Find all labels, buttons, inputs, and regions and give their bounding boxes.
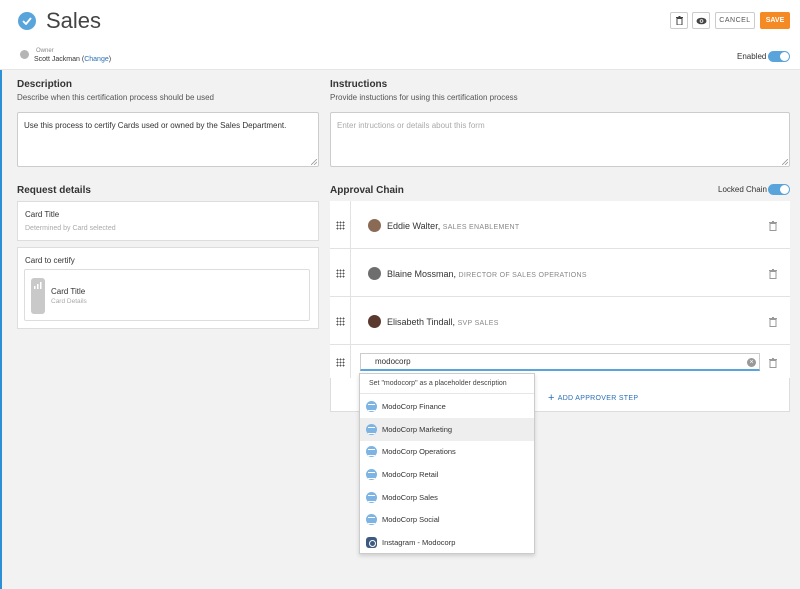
suggestion-label: Instagram - Modocorp [382,538,456,547]
trash-icon[interactable] [769,269,777,279]
drag-handle-icon[interactable] [336,269,345,278]
drag-cell[interactable] [330,249,351,296]
suggestion-label: ModoCorp Retail [382,470,439,479]
group-icon [366,424,377,435]
locked-chain-label: Locked Chain [718,185,767,194]
enabled-toggle[interactable] [768,51,790,62]
clear-search-icon[interactable]: × [747,358,756,367]
placeholder-option[interactable]: Set "modocorp" as a placeholder descript… [360,374,534,394]
resize-handle-icon[interactable] [782,159,788,165]
instructions-subtitle: Provide instuctions for using this certi… [330,93,518,102]
card-picker[interactable]: Card Title Card Details [24,269,310,321]
owner-name: Scott Jackman (Change) [34,56,112,63]
page-header: Sales Owner Scott Jackman (Change) CANCE… [0,0,800,70]
owner-name-text: Scott Jackman [34,56,80,63]
approver-suggestions-dropdown: Set "modocorp" as a placeholder descript… [359,373,535,554]
approver-name: Elisabeth Tindall, SVP SALES [387,317,499,327]
suggestion-label: ModoCorp Operations [382,447,456,456]
owner-avatar [20,50,29,59]
group-icon [366,469,377,480]
approver-row: Elisabeth Tindall, SVP SALES [330,297,790,345]
enabled-label: Enabled [737,52,767,61]
instagram-icon [366,537,377,548]
card-title-label: Card Title [25,210,60,219]
approver-role: SVP SALES [457,320,499,327]
suggestion-item[interactable]: ModoCorp Retail [360,463,534,486]
suggestion-item[interactable]: ModoCorp Operations [360,440,534,463]
plus-icon: + [548,392,555,404]
preview-button[interactable] [692,12,710,29]
drag-handle-icon[interactable] [336,221,345,230]
toggle-knob [780,185,789,194]
suggestion-item[interactable]: ModoCorp Marketing [360,418,534,441]
resize-handle-icon[interactable] [311,159,317,165]
suggestion-item[interactable]: ModoCorp Finance [360,395,534,418]
left-accent-bar [0,0,2,589]
drag-handle-icon[interactable] [336,358,345,367]
card-details: Card Details [51,298,87,305]
approval-chain-heading: Approval Chain [330,185,404,196]
save-button[interactable]: SAVE [760,12,790,29]
suggestion-label: ModoCorp Marketing [382,425,453,434]
approver-row: Eddie Walter, SALES ENABLEMENT [330,201,790,249]
group-icon [366,446,377,457]
suggestion-item[interactable]: Instagram - Modocorp [360,531,534,554]
add-approver-step-button[interactable]: + ADD APPROVER STEP [548,391,639,404]
card-thumbnail-icon [31,278,45,314]
eye-icon [696,17,707,25]
toggle-knob [780,52,789,61]
request-details-heading: Request details [17,185,91,196]
add-step-label: ADD APPROVER STEP [557,395,639,402]
suggestion-label: ModoCorp Social [382,515,440,524]
approver-row: Blaine Mossman, DIRECTOR OF SALES OPERAT… [330,249,790,297]
approver-role: SALES ENABLEMENT [442,224,520,231]
trash-icon [676,16,683,25]
avatar [368,315,381,328]
drag-handle-icon[interactable] [336,317,345,326]
description-heading: Description [17,79,73,90]
drag-cell[interactable] [330,297,351,344]
instructions-heading: Instructions [330,79,388,90]
approver-name-text: Eddie Walter [387,221,438,231]
card-name: Card Title [51,287,86,296]
trash-icon[interactable] [769,317,777,327]
avatar [368,267,381,280]
change-owner-link[interactable]: Change [84,56,109,63]
approver-name-text: Blaine Mossman [387,269,454,279]
approver-role: DIRECTOR OF SALES OPERATIONS [458,272,587,279]
avatar [368,219,381,232]
approver-name: Blaine Mossman, DIRECTOR OF SALES OPERAT… [387,269,587,279]
suggestion-label: ModoCorp Sales [382,493,438,502]
instructions-textarea[interactable]: Enter intructions or details about this … [330,112,790,167]
suggestion-item[interactable]: ModoCorp Social [360,508,534,531]
description-subtitle: Describe when this certification process… [17,93,214,102]
suggestion-item[interactable]: ModoCorp Sales [360,486,534,509]
instructions-placeholder: Enter intructions or details about this … [337,121,485,130]
card-to-certify-label: Card to certify [25,256,75,265]
card-title-placeholder: Determined by Card selected [25,225,116,232]
suggestion-label: ModoCorp Finance [382,402,446,411]
page-title: Sales [46,8,102,33]
description-value: Use this process to certify Cards used o… [24,121,287,130]
drag-cell[interactable] [330,201,351,248]
cancel-button[interactable]: CANCEL [715,12,755,29]
trash-icon[interactable] [769,358,777,368]
certified-check-icon [18,12,36,30]
approver-search-input[interactable]: modocorp [360,353,760,371]
group-icon [366,492,377,503]
group-icon [366,514,377,525]
card-title-field[interactable]: Card Title Determined by Card selected [17,201,319,241]
trash-icon[interactable] [769,221,777,231]
group-icon [366,401,377,412]
description-textarea[interactable]: Use this process to certify Cards used o… [17,112,319,167]
drag-cell[interactable] [330,345,351,378]
delete-button[interactable] [670,12,688,29]
locked-chain-toggle[interactable] [768,184,790,195]
approver-name-text: Elisabeth Tindall [387,317,453,327]
approver-name: Eddie Walter, SALES ENABLEMENT [387,221,520,231]
owner-caption: Owner [36,48,54,54]
